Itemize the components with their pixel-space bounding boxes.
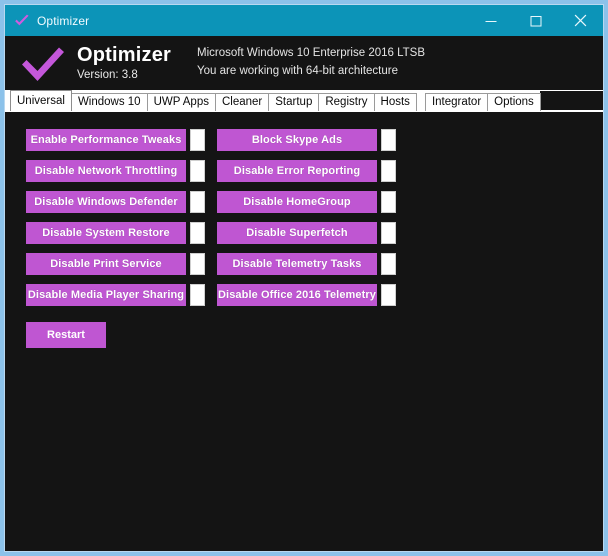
column-spacer [208, 201, 217, 202]
app-window: Optimizer Optimizer Version: 3.8 Microso… [0, 0, 608, 556]
maximize-icon [530, 15, 542, 27]
tab-startup[interactable]: Startup [268, 93, 320, 111]
option-row: Disable Print Service Disable Telemetry T… [26, 248, 603, 279]
tab-uwp-apps[interactable]: UWP Apps [146, 93, 216, 111]
option-row: Disable Media Player Sharing Disable Offi… [26, 279, 603, 310]
maximize-button[interactable] [513, 5, 558, 36]
option-row: Disable Windows Defender Disable HomeGrou… [26, 186, 603, 217]
option-checkbox[interactable] [190, 190, 205, 213]
column-spacer [208, 294, 217, 295]
app-header: Optimizer Version: 3.8 Microsoft Windows… [5, 36, 603, 90]
title-bar: Optimizer [5, 5, 603, 36]
check-icon [19, 41, 67, 85]
close-icon [574, 14, 587, 27]
option-button[interactable]: Disable System Restore [26, 221, 186, 244]
option-checkbox[interactable] [190, 159, 205, 182]
title-bar-left: Optimizer [5, 14, 468, 28]
option-cell: Disable Media Player Sharing [26, 283, 208, 306]
system-info: Microsoft Windows 10 Enterprise 2016 LTS… [197, 45, 425, 81]
close-button[interactable] [558, 5, 603, 36]
minimize-icon [485, 15, 497, 27]
os-architecture: You are working with 64-bit architecture [197, 65, 398, 77]
column-spacer [208, 139, 217, 140]
option-cell: Enable Performance Tweaks [26, 128, 208, 151]
option-button[interactable]: Disable Windows Defender [26, 190, 186, 213]
check-icon [14, 14, 30, 28]
option-cell: Disable HomeGroup [217, 190, 399, 213]
option-checkbox[interactable] [381, 190, 396, 213]
brand-block: Optimizer Version: 3.8 [77, 45, 171, 82]
option-checkbox[interactable] [381, 128, 396, 151]
option-cell: Disable Office 2016 Telemetry [217, 283, 399, 306]
option-cell: Disable System Restore [26, 221, 208, 244]
tab-hosts[interactable]: Hosts [373, 93, 417, 111]
option-row: Disable Network Throttling Disable Error … [26, 155, 603, 186]
option-button[interactable]: Disable HomeGroup [217, 190, 377, 213]
tab-universal[interactable]: Universal [10, 90, 72, 111]
option-cell: Disable Windows Defender [26, 190, 208, 213]
tab-windows-10[interactable]: Windows 10 [70, 93, 148, 111]
option-button[interactable]: Enable Performance Tweaks [26, 128, 186, 151]
column-spacer [208, 263, 217, 264]
os-name: Microsoft Windows 10 Enterprise 2016 LTS… [197, 47, 426, 60]
option-checkbox[interactable] [190, 128, 205, 151]
option-cell: Disable Superfetch [217, 221, 399, 244]
restart-button[interactable]: Restart [26, 322, 106, 348]
tab-options[interactable]: Options [487, 93, 541, 111]
optimization-options-grid: Enable Performance Tweaks Block Skype Ads… [5, 124, 603, 310]
option-button[interactable]: Disable Error Reporting [217, 159, 377, 182]
tab-integrator[interactable]: Integrator [424, 93, 489, 111]
option-checkbox[interactable] [381, 283, 396, 306]
tab-cleaner[interactable]: Cleaner [214, 93, 270, 111]
tab-strip[interactable]: Universal Windows 10 UWP Apps Cleaner Startu… [5, 90, 603, 112]
option-checkbox[interactable] [381, 252, 396, 275]
option-cell: Disable Error Reporting [217, 159, 399, 182]
tab-strip-filler [539, 91, 603, 111]
option-row: Disable System Restore Disable Superfetch [26, 217, 603, 248]
tab-registry[interactable]: Registry [318, 93, 375, 111]
window-title: Optimizer [37, 13, 90, 28]
column-spacer [208, 170, 217, 171]
option-button[interactable]: Disable Office 2016 Telemetry [217, 283, 377, 306]
option-checkbox[interactable] [381, 221, 396, 244]
option-row: Enable Performance Tweaks Block Skype Ads [26, 124, 603, 155]
app-version: Version: 3.8 [77, 68, 138, 81]
window-inner: Optimizer Optimizer Version: 3.8 Microso… [4, 4, 604, 552]
option-cell: Disable Telemetry Tasks [217, 252, 399, 275]
tab-content-universal: Enable Performance Tweaks Block Skype Ads… [5, 112, 603, 551]
column-spacer [208, 232, 217, 233]
option-button[interactable]: Disable Superfetch [217, 221, 377, 244]
option-cell: Block Skype Ads [217, 128, 399, 151]
option-checkbox[interactable] [381, 159, 396, 182]
option-checkbox[interactable] [190, 283, 205, 306]
restart-row: Restart [5, 322, 603, 348]
option-checkbox[interactable] [190, 221, 205, 244]
minimize-button[interactable] [468, 5, 513, 36]
option-button[interactable]: Disable Print Service [26, 252, 186, 275]
option-cell: Disable Network Throttling [26, 159, 208, 182]
option-button[interactable]: Block Skype Ads [217, 128, 377, 151]
option-cell: Disable Print Service [26, 252, 208, 275]
option-button[interactable]: Disable Media Player Sharing [26, 283, 186, 306]
option-button[interactable]: Disable Network Throttling [26, 159, 186, 182]
option-checkbox[interactable] [190, 252, 205, 275]
option-button[interactable]: Disable Telemetry Tasks [217, 252, 377, 275]
app-name: Optimizer [77, 43, 172, 66]
